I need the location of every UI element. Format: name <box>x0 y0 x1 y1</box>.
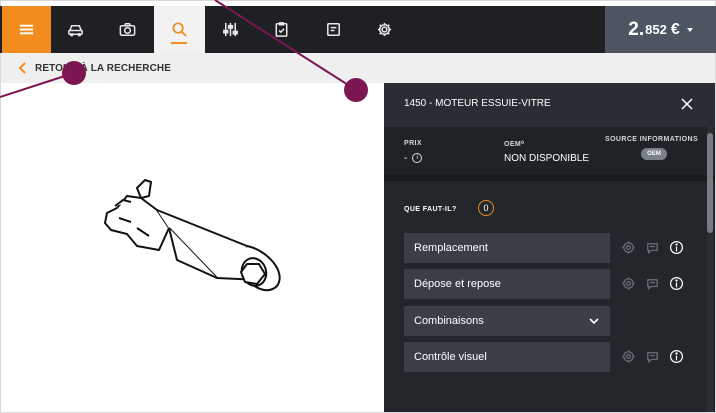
nav-search-button[interactable] <box>154 6 205 53</box>
oem-label: OEM⁰ <box>504 141 525 148</box>
nav-camera-button[interactable] <box>103 6 152 53</box>
gear-icon[interactable] <box>621 349 636 364</box>
car-icon <box>68 24 83 37</box>
sliders-icon <box>223 22 238 37</box>
gear-icon[interactable] <box>621 276 636 291</box>
clipboard-icon <box>275 22 288 37</box>
search-icon <box>172 22 187 37</box>
price-decimal: 852 <box>645 22 667 37</box>
nav-checklist-button[interactable] <box>257 6 306 53</box>
nav-adjustments-button[interactable] <box>206 6 255 53</box>
price-value: - i <box>404 153 423 164</box>
close-icon[interactable] <box>680 97 694 111</box>
top-navigation-bar: 2. 852 € <box>0 6 716 53</box>
nav-vehicle-button[interactable] <box>51 6 100 53</box>
action-label: Remplacement <box>414 242 488 254</box>
menu-button[interactable] <box>2 6 51 53</box>
info-icon[interactable] <box>669 276 684 291</box>
action-combinaisons-dropdown[interactable]: Combinaisons <box>404 306 610 336</box>
action-icons-remplacement <box>621 233 691 263</box>
action-icons-controle-visuel <box>621 342 691 372</box>
nav-settings-button[interactable] <box>360 6 409 53</box>
active-tab-indicator <box>171 42 187 44</box>
price-label: PRIX <box>404 140 422 147</box>
panel-header: 1450 - MOTEUR ESSUIE-VITRE <box>384 83 715 127</box>
nav-document-button[interactable] <box>309 6 358 53</box>
info-icon[interactable]: i <box>412 153 423 164</box>
question-count-badge: 0 <box>478 200 494 216</box>
info-icon[interactable] <box>669 349 684 364</box>
gear-icon[interactable] <box>621 240 636 255</box>
action-remplacement[interactable]: Remplacement <box>404 233 610 263</box>
caret-down-icon <box>686 27 693 32</box>
back-to-search-link[interactable]: RETOUR À LA RECHERCHE <box>18 53 171 83</box>
back-to-search-label: RETOUR À LA RECHERCHE <box>35 62 171 74</box>
action-label: Combinaisons <box>414 315 484 327</box>
price-currency: € <box>670 20 680 38</box>
chevron-left-icon <box>18 62 26 74</box>
action-icons-depose-repose <box>621 269 691 299</box>
price-integer: 2. <box>628 18 645 40</box>
price-total-dropdown[interactable]: 2. 852 € <box>605 6 716 53</box>
action-controle-visuel[interactable]: Contrôle visuel <box>404 342 610 372</box>
part-details-panel: 1450 - MOTEUR ESSUIE-VITRE PRIX - i OEM⁰… <box>384 83 715 412</box>
source-label: SOURCE INFORMATIONS <box>605 136 699 143</box>
panel-title: 1450 - MOTEUR ESSUIE-VITRE <box>404 98 551 109</box>
price-value-text: - <box>404 153 408 164</box>
wiper-motor-illustration <box>104 179 281 292</box>
action-label: Dépose et repose <box>414 278 501 290</box>
hamburger-icon <box>19 24 34 35</box>
chevron-down-icon <box>589 318 599 325</box>
document-icon <box>327 23 340 36</box>
comment-icon[interactable] <box>645 349 660 364</box>
scrollbar-thumb[interactable] <box>707 133 713 233</box>
section-divider <box>384 175 715 181</box>
source-badge: OEM <box>641 148 667 160</box>
oem-value: NON DISPONIBLE <box>504 153 590 164</box>
comment-icon[interactable] <box>645 276 660 291</box>
action-label: Contrôle visuel <box>414 351 487 363</box>
gear-icon <box>377 22 392 37</box>
camera-icon <box>119 23 136 36</box>
question-label: QUE FAUT-IL? <box>404 206 457 213</box>
action-depose-repose[interactable]: Dépose et repose <box>404 269 610 299</box>
part-illustration-area <box>1 83 383 412</box>
info-icon[interactable] <box>669 240 684 255</box>
comment-icon[interactable] <box>645 240 660 255</box>
breadcrumb-bar: RETOUR À LA RECHERCHE <box>1 53 715 83</box>
